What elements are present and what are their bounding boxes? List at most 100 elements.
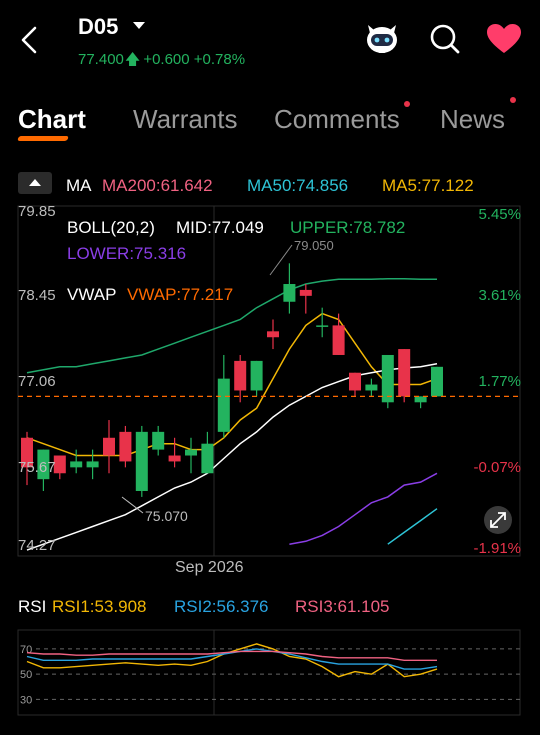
candle-body	[250, 360, 263, 391]
candle-body	[152, 431, 165, 450]
dropdown-caret-icon[interactable]	[133, 22, 145, 29]
boll-upper-value: UPPER:78.782	[290, 218, 405, 237]
last-price: 77.400	[78, 51, 124, 68]
rsi-label: RSI	[18, 597, 47, 616]
vwap-value: VWAP:77.217	[127, 285, 233, 304]
candle-body	[70, 461, 83, 468]
candle-body	[332, 325, 345, 355]
candle-body	[53, 455, 66, 474]
percent-tick-label: 1.77%	[478, 373, 521, 390]
candle-body	[414, 396, 427, 403]
price-tick-label: 79.85	[18, 203, 56, 220]
candle	[119, 425, 132, 468]
candle	[299, 284, 312, 314]
candle	[250, 360, 263, 397]
candle-body	[234, 360, 247, 391]
price-chart[interactable]: BOLL(20,2) MID:77.049 UPPER:78.782 LOWER…	[0, 200, 540, 580]
rsi-frame	[17, 629, 521, 716]
boll-lower-value: LOWER:75.316	[67, 244, 186, 263]
price-tick-label: 74.27	[18, 537, 56, 554]
candle-body	[299, 289, 312, 296]
low-price-marker: 75.070	[145, 508, 188, 524]
ma200-value: MA200:61.642	[102, 176, 213, 195]
tab-warrants[interactable]: Warrants	[133, 104, 238, 135]
candle-body	[283, 284, 296, 302]
candle	[70, 449, 83, 474]
candle	[414, 396, 427, 409]
up-arrow-icon: 🡅	[124, 51, 141, 68]
ma-label: MA	[66, 176, 92, 195]
candle-body	[267, 331, 279, 338]
series-line-lower	[289, 472, 438, 545]
candle	[168, 437, 181, 468]
price-change-pct: +0.78%	[193, 51, 246, 68]
rsi-level-label: 70	[20, 644, 32, 656]
candle	[103, 420, 115, 474]
rsi-indicator-row: RSI RSI1:53.908 RSI2:56.376 RSI3:61.105	[18, 597, 528, 621]
price-axis: 79.85 78.45 77.06 75.67 74.27	[18, 203, 56, 554]
candle	[185, 437, 197, 474]
candle	[365, 378, 378, 397]
price-tick-label: 78.45	[18, 287, 56, 304]
candle	[398, 349, 411, 403]
candle-body	[431, 366, 443, 397]
collapse-toggle-button[interactable]	[18, 172, 52, 194]
ma50-value: MA50:74.856	[247, 176, 349, 195]
candle	[381, 354, 394, 409]
percent-axis: 5.45% 3.61% 1.77% -0.07% -1.91%	[473, 206, 521, 557]
candle	[86, 449, 99, 480]
tab-chart[interactable]: Chart	[18, 104, 86, 135]
candle	[316, 307, 329, 338]
percent-tick-label: 5.45%	[478, 206, 521, 223]
rsi2-value: RSI2:56.376	[174, 597, 269, 616]
back-icon[interactable]	[18, 25, 42, 55]
tab-news[interactable]: News	[440, 104, 505, 135]
expand-icon[interactable]	[484, 506, 512, 534]
high-marker-line	[269, 244, 293, 276]
rsi3-value: RSI3:61.105	[295, 597, 390, 616]
robot-assistant-icon[interactable]	[362, 19, 402, 59]
price-change: +0.600	[143, 51, 190, 68]
candle-body	[135, 431, 148, 491]
boll-label: BOLL(20,2)	[67, 218, 155, 237]
price-tick-label: 77.06	[18, 373, 56, 390]
candle	[283, 263, 296, 314]
candle-body	[185, 449, 197, 456]
vwap-label: VWAP	[67, 285, 116, 304]
candle	[349, 372, 361, 397]
active-tab-indicator	[17, 136, 69, 141]
series-line-vwap	[26, 363, 438, 551]
date-axis-label: Sep 2026	[175, 559, 244, 576]
candle-body	[365, 384, 378, 391]
candle	[332, 313, 345, 355]
rsi-grid: 70 50 30	[17, 629, 521, 716]
candle	[234, 354, 247, 403]
comments-badge-dot	[404, 101, 410, 107]
rsi-level-label: 30	[20, 694, 32, 706]
tab-comments[interactable]: Comments	[274, 104, 400, 135]
rsi1-value: RSI1:53.908	[52, 597, 147, 616]
search-icon[interactable]	[425, 19, 465, 59]
high-price-marker: 79.050	[294, 238, 334, 253]
candle	[431, 366, 443, 397]
ma5-value: MA5:77.122	[382, 176, 474, 195]
candle	[53, 455, 66, 480]
percent-tick-label: -0.07%	[473, 459, 521, 476]
percent-tick-label: -1.91%	[473, 540, 521, 557]
candle-body	[201, 443, 214, 474]
boll-mid-value: MID:77.049	[176, 218, 264, 237]
candle-body	[381, 354, 394, 403]
candle-body	[217, 378, 230, 432]
candle-body	[349, 372, 361, 391]
news-badge-dot	[510, 97, 516, 103]
ticker-title[interactable]: D05	[78, 14, 118, 40]
price-quote: 77.400🡅 +0.600 +0.78%	[78, 49, 245, 74]
candle-body	[168, 455, 181, 462]
heart-icon[interactable]	[484, 19, 524, 59]
rsi-chart[interactable]: 70 50 30	[0, 620, 540, 720]
ma-indicator-row: MA MA200:61.642 MA50:74.856 MA5:77.122	[18, 170, 528, 198]
candle-body	[398, 349, 411, 397]
candle-body	[119, 431, 132, 462]
tab-bar: Chart Warrants Comments News	[0, 97, 540, 148]
candle	[267, 319, 279, 350]
